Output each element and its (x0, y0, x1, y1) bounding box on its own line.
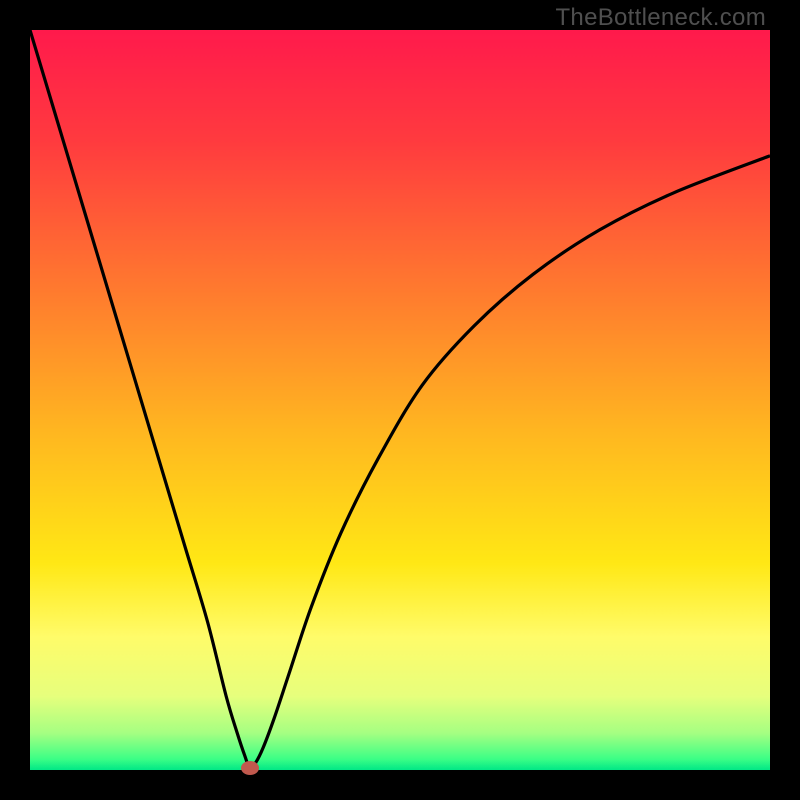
minimum-marker (241, 761, 259, 775)
watermark-text: TheBottleneck.com (555, 4, 766, 32)
curve-layer (30, 30, 770, 770)
bottleneck-curve (30, 30, 770, 768)
plot-frame (30, 30, 770, 770)
